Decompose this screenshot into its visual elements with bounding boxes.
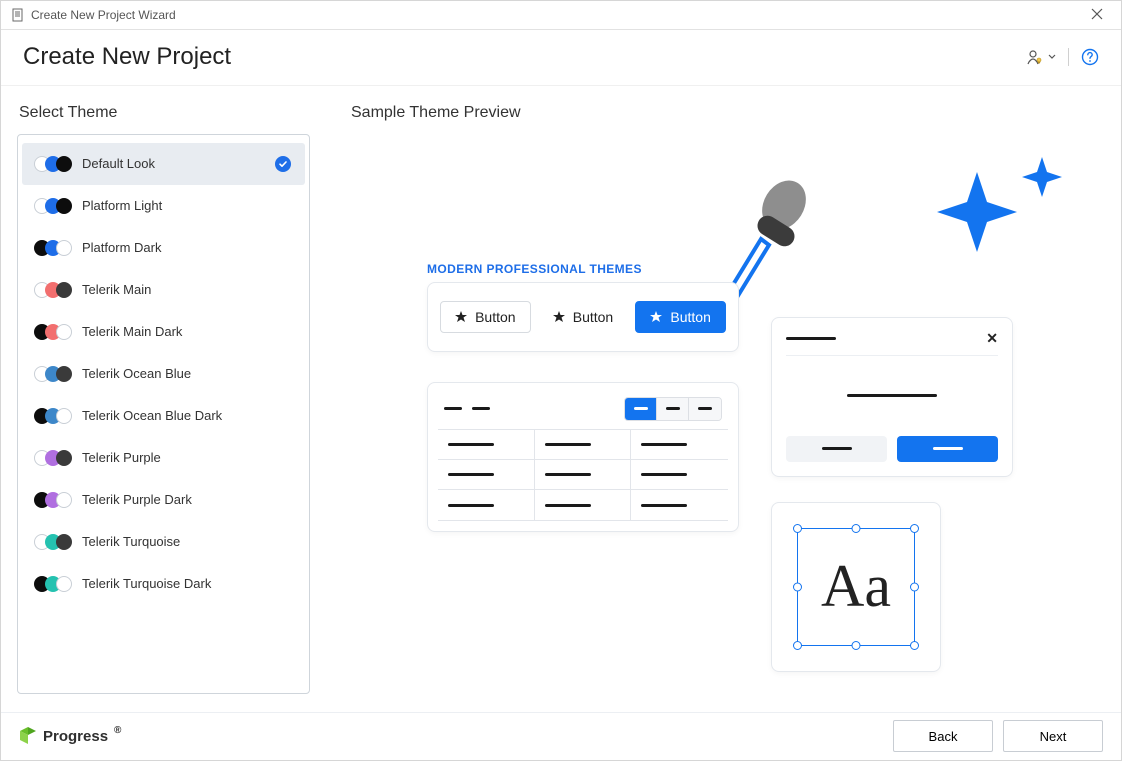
theme-swatch	[34, 576, 72, 592]
preview-button-flat[interactable]: Button	[539, 302, 627, 332]
theme-label: Telerik Ocean Blue Dark	[82, 408, 291, 423]
preview-typography-card: Aa	[771, 502, 941, 672]
progress-logo: Progress®	[19, 726, 121, 746]
theme-label: Telerik Main Dark	[82, 324, 291, 339]
preview-area: MODERN PROFESSIONAL THEMES Button Button…	[351, 142, 1097, 682]
theme-item[interactable]: Platform Light	[22, 185, 305, 227]
theme-swatch	[34, 156, 72, 172]
preview-dialog-primary[interactable]	[897, 436, 998, 462]
theme-label: Telerik Turquoise Dark	[82, 576, 291, 591]
theme-label: Platform Dark	[82, 240, 291, 255]
theme-label: Telerik Purple	[82, 450, 291, 465]
theme-item[interactable]: Default Look	[22, 143, 305, 185]
preview-title: Sample Theme Preview	[351, 104, 1097, 122]
next-button[interactable]: Next	[1003, 720, 1103, 752]
back-button[interactable]: Back	[893, 720, 993, 752]
account-dropdown[interactable]	[1026, 48, 1056, 66]
theme-swatch	[34, 240, 72, 256]
theme-swatch	[34, 282, 72, 298]
star-icon	[455, 311, 467, 323]
theme-label: Default Look	[82, 156, 275, 171]
theme-list: Default Look Platform Light Platform Dark T…	[17, 134, 310, 694]
check-icon	[275, 156, 291, 172]
theme-swatch	[34, 450, 72, 466]
preview-dialog-close[interactable]: ✕	[986, 330, 998, 347]
preview-button-outlined[interactable]: Button	[440, 301, 530, 333]
app-icon	[11, 8, 25, 22]
star-icon	[650, 311, 662, 323]
theme-label: Telerik Purple Dark	[82, 492, 291, 507]
preview-grid-card	[427, 382, 739, 532]
selection-rect[interactable]: Aa	[797, 528, 915, 646]
preview-dialog-secondary[interactable]	[786, 436, 887, 462]
theme-label: Telerik Main	[82, 282, 291, 297]
theme-item[interactable]: Telerik Ocean Blue Dark	[22, 395, 305, 437]
theme-swatch	[34, 408, 72, 424]
preview-buttons-card: Button Button Button	[427, 282, 739, 352]
preview-segmented[interactable]	[624, 397, 722, 421]
theme-item[interactable]: Telerik Purple Dark	[22, 479, 305, 521]
aa-sample: Aa	[821, 552, 891, 621]
theme-item[interactable]: Telerik Main Dark	[22, 311, 305, 353]
theme-swatch	[34, 534, 72, 550]
theme-label: Platform Light	[82, 198, 291, 213]
theme-item[interactable]: Telerik Purple	[22, 437, 305, 479]
preview-dialog-card: ✕	[771, 317, 1013, 477]
window-close-button[interactable]	[1083, 3, 1111, 27]
theme-item[interactable]: Telerik Main	[22, 269, 305, 311]
page-title: Create New Project	[23, 43, 231, 71]
help-button[interactable]	[1081, 48, 1099, 66]
preview-button-primary[interactable]: Button	[635, 301, 725, 333]
sparkle-icon	[917, 142, 1087, 282]
theme-item[interactable]: Telerik Ocean Blue	[22, 353, 305, 395]
theme-swatch	[34, 324, 72, 340]
theme-swatch	[34, 492, 72, 508]
theme-label: Telerik Ocean Blue	[82, 366, 291, 381]
theme-swatch	[34, 198, 72, 214]
theme-label: Telerik Turquoise	[82, 534, 291, 549]
theme-item[interactable]: Telerik Turquoise Dark	[22, 563, 305, 605]
preview-section-label: MODERN PROFESSIONAL THEMES	[427, 262, 642, 276]
window-title: Create New Project Wizard	[31, 8, 176, 22]
sidebar-title: Select Theme	[19, 104, 310, 122]
theme-item[interactable]: Telerik Turquoise	[22, 521, 305, 563]
theme-item[interactable]: Platform Dark	[22, 227, 305, 269]
theme-swatch	[34, 366, 72, 382]
star-icon	[553, 311, 565, 323]
